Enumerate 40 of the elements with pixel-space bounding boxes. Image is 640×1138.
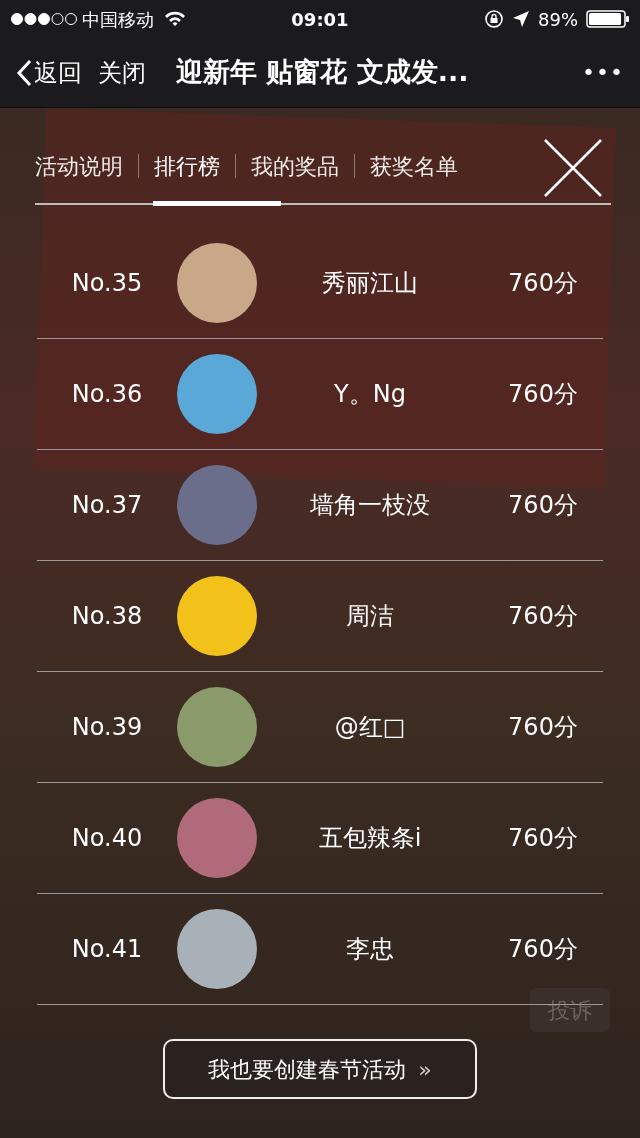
page-title: 迎新年 贴窗花 文成发... [176,55,469,90]
score: 760分 [507,490,579,521]
tab[interactable]: 获奖名单 [355,149,473,183]
battery-percent: 89% [538,7,578,32]
user-name: Y。Ng [333,379,407,410]
score: 760分 [507,268,579,299]
rank-number: No.35 [70,268,144,299]
user-name: 周洁 [345,601,395,632]
rank-number: No.40 [70,823,144,854]
rotation-lock-icon [484,9,504,29]
user-name: 李忠 [345,934,395,965]
score: 760分 [507,823,579,854]
tab[interactable]: 我的奖品 [236,149,354,183]
user-name: 墙角一枝没 [309,490,431,521]
back-chevron-icon [16,58,32,87]
rank-number: No.37 [70,490,144,521]
status-time: 09:01 [290,7,350,32]
rank-number: No.36 [70,379,144,410]
close-icon [543,138,603,198]
wifi-icon [164,11,186,27]
close-link[interactable]: 关闭 [98,54,146,91]
rank-number: No.41 [70,934,144,965]
tab[interactable]: 排行榜 [139,149,235,183]
more-button[interactable]: ••• [582,56,624,89]
user-name: 秀丽江山 [321,268,419,299]
create-activity-button[interactable]: 我也要创建春节活动 » [163,1039,477,1099]
rank-number: No.38 [70,601,144,632]
user-name: 五包辣条i [317,823,423,854]
battery-icon [586,9,630,29]
user-name: @红□ [333,712,407,743]
tab[interactable]: 活动说明 [35,149,138,183]
score: 760分 [507,712,579,743]
back-button[interactable]: 返回 [16,54,82,91]
rank-number: No.39 [70,712,144,743]
score: 760分 [507,601,579,632]
signal-icon [10,12,78,26]
score: 760分 [507,379,579,410]
score: 760分 [507,934,579,965]
carrier-name: 中国移动 [82,7,154,32]
location-icon [512,10,530,28]
